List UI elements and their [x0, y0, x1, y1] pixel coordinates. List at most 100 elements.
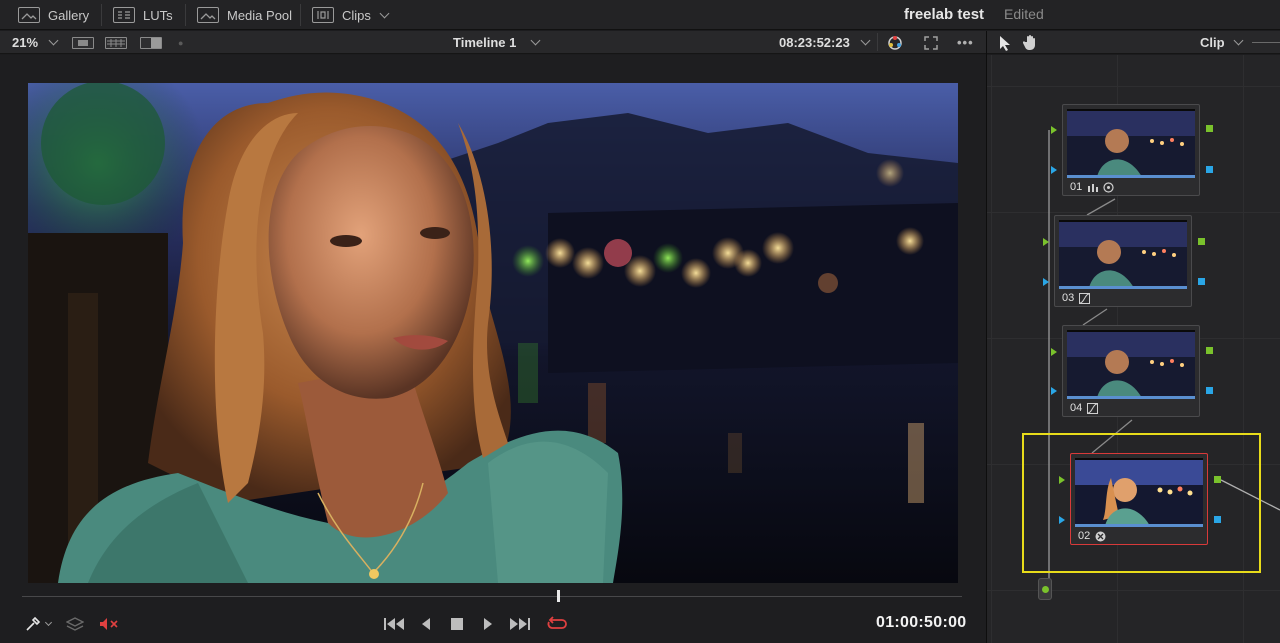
hand-tool-button[interactable]	[1023, 31, 1039, 54]
toolbar-divider	[877, 33, 878, 51]
node-number: 02	[1078, 530, 1091, 542]
single-viewer-button[interactable]	[72, 31, 94, 54]
node-01[interactable]: 01	[1062, 104, 1200, 196]
color-picker-button[interactable]	[886, 31, 904, 54]
node-number: 03	[1062, 292, 1075, 304]
node-04-rgb-output[interactable]	[1206, 347, 1213, 354]
node-toolbar: Clip	[987, 31, 1280, 54]
node-02-rgb-input[interactable]	[1059, 476, 1065, 484]
node-04-alpha-output[interactable]	[1206, 387, 1213, 394]
step-back-button[interactable]	[417, 614, 435, 634]
media-pool-label: Media Pool	[227, 7, 293, 23]
node-mode-label: Clip	[1200, 35, 1225, 50]
viewer-toolbar: 21% ● Timeline 1 08:23:52:23 •••	[0, 31, 986, 54]
media-pool-icon	[197, 7, 219, 23]
go-to-start-button[interactable]	[382, 614, 406, 634]
color-wheel-icon	[888, 35, 902, 50]
timeline-dropdown[interactable]: Timeline 1	[453, 31, 541, 54]
node-01-alpha-input[interactable]	[1051, 166, 1057, 174]
speaker-muted-icon	[100, 618, 118, 630]
top-toolbar: Gallery LUTs Media Pool Clips freelab te…	[0, 0, 1280, 30]
node-number: 04	[1070, 402, 1083, 414]
grid-view-icon	[105, 36, 127, 49]
gallery-view-button[interactable]	[105, 31, 127, 54]
fullscreen-button[interactable]	[924, 31, 938, 54]
chevron-down-icon	[48, 35, 59, 46]
viewer-dot-icon: ●	[178, 37, 184, 48]
node-03-rgb-output[interactable]	[1198, 238, 1205, 245]
pointer-icon	[1000, 35, 1010, 51]
project-status: Edited	[1004, 6, 1044, 22]
clips-icon	[312, 7, 334, 23]
split-wipe-button[interactable]	[140, 31, 162, 54]
toolbar-divider	[185, 4, 186, 26]
expand-icon	[924, 35, 938, 50]
chevron-down-icon	[530, 35, 541, 46]
node-strip	[1067, 175, 1195, 178]
node-01-alpha-output[interactable]	[1206, 166, 1213, 173]
curve-icon	[1087, 402, 1099, 414]
play-button[interactable]	[479, 614, 497, 634]
node-03-rgb-input[interactable]	[1043, 238, 1049, 246]
source-input-node[interactable]	[1038, 578, 1052, 600]
node-04-rgb-input[interactable]	[1051, 348, 1057, 356]
panel-edge-line	[1252, 42, 1280, 43]
pointer-tool-button[interactable]	[999, 31, 1011, 54]
layers-button[interactable]	[65, 614, 85, 634]
source-timecode-dropdown[interactable]: 08:23:52:23	[779, 31, 871, 54]
node-strip	[1059, 286, 1187, 289]
node-04[interactable]: 04	[1062, 325, 1200, 417]
layers-icon	[66, 617, 84, 631]
eyedropper-icon	[26, 616, 41, 631]
skip-forward-icon	[510, 618, 530, 630]
luts-icon	[113, 7, 135, 23]
zoom-dropdown[interactable]: 21%	[12, 31, 59, 54]
node-label: 03	[1062, 292, 1091, 304]
luts-label: LUTs	[143, 7, 173, 23]
loop-icon	[547, 616, 567, 629]
node-03-alpha-output[interactable]	[1198, 278, 1205, 285]
zoom-value: 21%	[12, 35, 39, 50]
node-02-alpha-output[interactable]	[1214, 516, 1221, 523]
node-02[interactable]: 02	[1070, 453, 1208, 545]
clips-button[interactable]: Clips	[312, 0, 390, 30]
gallery-button[interactable]: Gallery	[18, 0, 89, 30]
media-pool-button[interactable]: Media Pool	[197, 0, 292, 30]
stop-button[interactable]	[447, 614, 467, 634]
mute-button[interactable]	[98, 614, 120, 634]
record-timecode: 01:00:50:00	[876, 614, 967, 631]
timeline-name: Timeline 1	[453, 35, 517, 50]
single-view-icon	[72, 36, 94, 49]
source-output-dot[interactable]	[1042, 586, 1049, 593]
node-mode-dropdown[interactable]: Clip	[1200, 31, 1244, 54]
node-02-rgb-output[interactable]	[1214, 476, 1221, 483]
bars-icon	[1087, 182, 1098, 193]
project-title-area: freelab test Edited	[904, 0, 1044, 28]
more-options-button[interactable]: •••	[957, 31, 974, 54]
skip-back-icon	[384, 618, 404, 630]
node-03[interactable]: 03	[1054, 215, 1192, 307]
loop-button[interactable]	[544, 614, 570, 634]
luts-button[interactable]: LUTs	[113, 0, 173, 30]
node-strip	[1067, 396, 1195, 399]
node-label: 02	[1078, 530, 1106, 542]
node-02-alpha-input[interactable]	[1059, 516, 1065, 524]
play-reverse-icon	[422, 618, 430, 630]
playhead[interactable]	[557, 590, 560, 602]
node-01-rgb-input[interactable]	[1051, 126, 1057, 134]
node-04-alpha-input[interactable]	[1051, 387, 1057, 395]
scrub-bar[interactable]	[22, 596, 962, 597]
picker-tool-button[interactable]	[21, 614, 55, 634]
toolbar-divider	[101, 4, 102, 26]
node-01-rgb-output[interactable]	[1206, 125, 1213, 132]
node-number: 01	[1070, 181, 1083, 193]
play-icon	[484, 618, 492, 630]
node-thumbnail	[1075, 458, 1203, 524]
chevron-down-icon	[1233, 35, 1244, 46]
viewer-image[interactable]	[28, 83, 958, 583]
node-03-alpha-input[interactable]	[1043, 278, 1049, 286]
go-to-end-button[interactable]	[508, 614, 532, 634]
chevron-down-icon	[379, 8, 390, 18]
node-strip	[1075, 524, 1203, 527]
gallery-icon	[18, 7, 40, 23]
